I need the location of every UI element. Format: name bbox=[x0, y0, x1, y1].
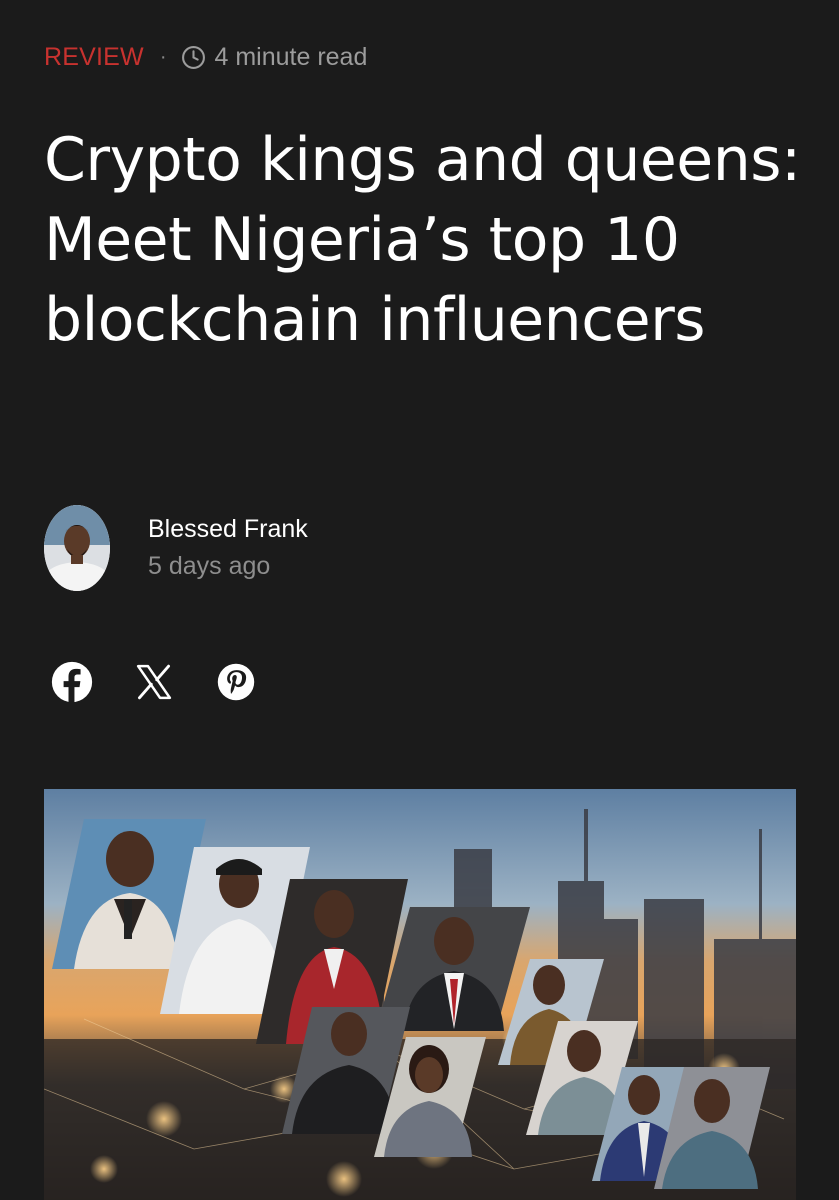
article-meta: REVIEW · 4 minute read bbox=[44, 40, 367, 74]
publish-date: 5 days ago bbox=[148, 552, 271, 580]
meta-separator: · bbox=[159, 45, 167, 68]
article-title: Crypto kings and queens: Meet Nigeria’s … bbox=[44, 125, 801, 355]
clock-icon bbox=[181, 45, 206, 70]
x-icon bbox=[136, 664, 172, 700]
x-share-button[interactable] bbox=[132, 660, 176, 704]
facebook-share-button[interactable] bbox=[50, 660, 94, 704]
facebook-icon bbox=[51, 661, 93, 703]
author-name[interactable]: Blessed Frank bbox=[148, 511, 308, 547]
share-bar bbox=[50, 660, 296, 704]
author-avatar[interactable] bbox=[44, 505, 110, 591]
hero-collage bbox=[44, 789, 796, 1200]
pinterest-share-button[interactable] bbox=[214, 660, 258, 704]
hero-image[interactable] bbox=[44, 789, 796, 1200]
author-block: Blessed Frank 5 days ago bbox=[44, 505, 308, 591]
author-info: Blessed Frank 5 days ago bbox=[148, 511, 308, 585]
pinterest-icon bbox=[217, 663, 255, 701]
category-link[interactable]: REVIEW bbox=[44, 43, 144, 72]
read-time: 4 minute read bbox=[214, 42, 368, 71]
